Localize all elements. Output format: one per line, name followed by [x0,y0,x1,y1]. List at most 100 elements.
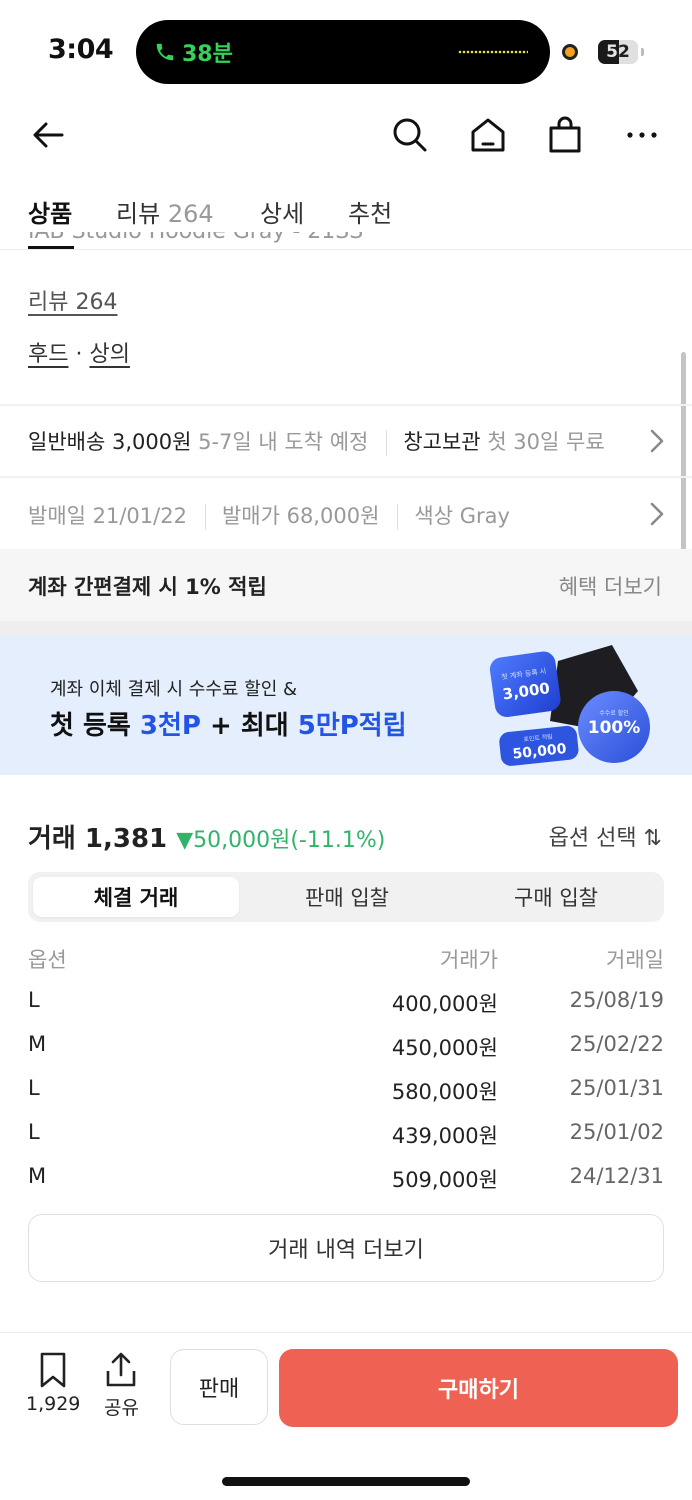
chevron-right-icon[interactable] [648,428,666,454]
wishlist-button[interactable]: 1,929 [26,1351,80,1415]
sell-button[interactable]: 판매 [170,1349,268,1425]
status-time: 3:04 [48,34,114,65]
trade-summary: 거래 1,381 ▼50,000원(-11.1%) [28,818,385,855]
divider [0,476,692,478]
trade-price: 580,000원 [391,1080,498,1104]
trade-date: 25/01/02 [569,1120,664,1144]
trade-price: 400,000원 [391,992,498,1016]
storage-label: 창고보관 [403,430,481,454]
banner-title-highlight: 5만P적립 [297,711,407,741]
segment-sell-bids[interactable]: 판매 입찰 [244,877,450,917]
divider [397,504,399,530]
share-label: 공유 [104,1397,139,1419]
trade-price: 509,000원 [391,1168,498,1192]
tab-reviews[interactable]: 리뷰 264 [116,194,214,229]
trade-date: 25/01/31 [569,1076,664,1100]
benefit-more-link[interactable]: 혜택 더보기 [559,571,662,601]
audio-waveform-icon [458,50,528,54]
promo-banner[interactable]: 계좌 이체 결제 시 수수료 할인 & 첫 등록 3천P + 최대 5만P적립 … [0,635,692,775]
tab-details[interactable]: 상세 [260,194,304,229]
buy-button[interactable]: 구매하기 [279,1349,678,1427]
home-button[interactable] [467,114,509,156]
release-info-row[interactable]: 발매일 21/01/22 발매가 68,000원 색상 Gray [28,500,510,530]
more-dots-icon [627,132,657,138]
recording-indicator-icon [562,44,578,60]
point-card-icon: 첫 계좌 등록 시 3,000 [489,651,561,718]
home-icon [471,118,505,152]
banner-title-highlight: 3천P [139,711,201,741]
trade-count: 거래 1,381 [28,824,168,854]
category-link[interactable]: 후드 [28,342,68,367]
option-select-button[interactable]: 옵션 선택 ⇅ [549,820,662,852]
point-pill-icon: 포인트 적립 50,000 [499,725,579,766]
trade-price: 450,000원 [391,1036,498,1060]
divider [0,404,692,406]
search-button[interactable] [389,114,431,156]
banner-title: 첫 등록 3천P + 최대 5만P적립 [50,705,407,742]
cart-button[interactable] [544,114,586,156]
share-button[interactable]: 공유 [104,1351,139,1420]
column-date: 거래일 [606,948,664,972]
chevron-right-icon[interactable] [648,501,666,527]
call-indicator[interactable]: 38분 [154,36,233,68]
banner-title-part: + 최대 [200,711,298,741]
column-price: 거래가 [440,948,498,972]
bottom-action-bar: 1,929 공유 판매 구매하기 [0,1332,692,1500]
tab-product[interactable]: 상품 [28,194,72,229]
trade-history-more-button[interactable]: 거래 내역 더보기 [28,1214,664,1282]
storage-note: 첫 30일 무료 [487,430,605,454]
tab-count: 264 [167,200,214,228]
shipping-eta: 5-7일 내 도착 예정 [198,430,369,454]
trade-option: L [28,1120,40,1144]
category-breadcrumb: 후드 · 상의 [28,336,130,368]
tab-label: 상품 [28,200,73,228]
discount-circle-icon: 수수료 할인 100% [578,691,650,763]
trade-date: 25/02/22 [569,1032,664,1056]
segment-completed-trades[interactable]: 체결 거래 [33,877,239,917]
battery-level: 52 [606,42,630,62]
more-options-button[interactable] [621,114,663,156]
search-icon [393,118,427,152]
trade-date: 25/08/19 [569,988,664,1012]
trade-date: 24/12/31 [569,1164,664,1188]
shipping-type: 일반배송 3,000원 [28,430,192,454]
dynamic-island[interactable]: 38분 [136,20,550,84]
tab-recommend[interactable]: 추천 [348,194,392,229]
release-price: 발매가 68,000원 [221,504,380,528]
divider [386,430,388,456]
back-button[interactable] [28,114,70,156]
banner-illustration: 첫 계좌 등록 시 3,000 포인트 적립 50,000 수수료 할인 100… [489,645,650,766]
subcategory-link[interactable]: 상의 [89,342,129,367]
section-gap [0,621,692,635]
status-bar: 3:04 38분 52 [0,0,692,100]
banner-subtitle: 계좌 이체 결제 시 수수료 할인 & [50,679,298,700]
price-down-arrow-icon: ▼ [176,828,194,853]
wishlist-count: 1,929 [26,1393,81,1415]
call-duration: 38분 [182,42,233,67]
price-change: 50,000원(-11.1%) [193,828,386,853]
shopping-bag-icon [549,116,581,153]
bookmark-icon [40,1352,66,1388]
trade-option: L [28,1076,40,1100]
phone-icon [156,43,174,61]
back-arrow-icon [33,122,64,148]
trade-segmented-control: 체결 거래 판매 입찰 구매 입찰 [28,872,664,922]
tab-label: 추천 [348,200,393,228]
review-link[interactable]: 리뷰 264 [28,284,117,316]
badge-circle-value: 100% [588,718,641,738]
tab-label: 리뷰 [116,200,161,228]
column-option: 옵션 [28,948,67,972]
top-nav [0,100,692,170]
product-title: IAB Studio Hoodie Gray - 21SS [28,232,363,250]
home-indicator[interactable] [222,1477,470,1486]
trade-option: M [28,1032,47,1056]
share-icon [107,1352,136,1387]
badge-circle-caption: 수수료 할인 [599,709,629,717]
segment-buy-bids[interactable]: 구매 입찰 [453,877,659,917]
category-separator: · [68,342,90,367]
shipping-info-row[interactable]: 일반배송 3,000원 5-7일 내 도착 예정 창고보관 첫 30일 무료 [28,426,605,456]
banner-title-part: 첫 등록 [50,711,140,741]
release-date: 발매일 21/01/22 [28,504,187,528]
benefit-row[interactable]: 계좌 간편결제 시 1% 적립 혜택 더보기 [0,549,692,621]
benefit-text: 계좌 간편결제 시 1% 적립 [28,575,267,599]
